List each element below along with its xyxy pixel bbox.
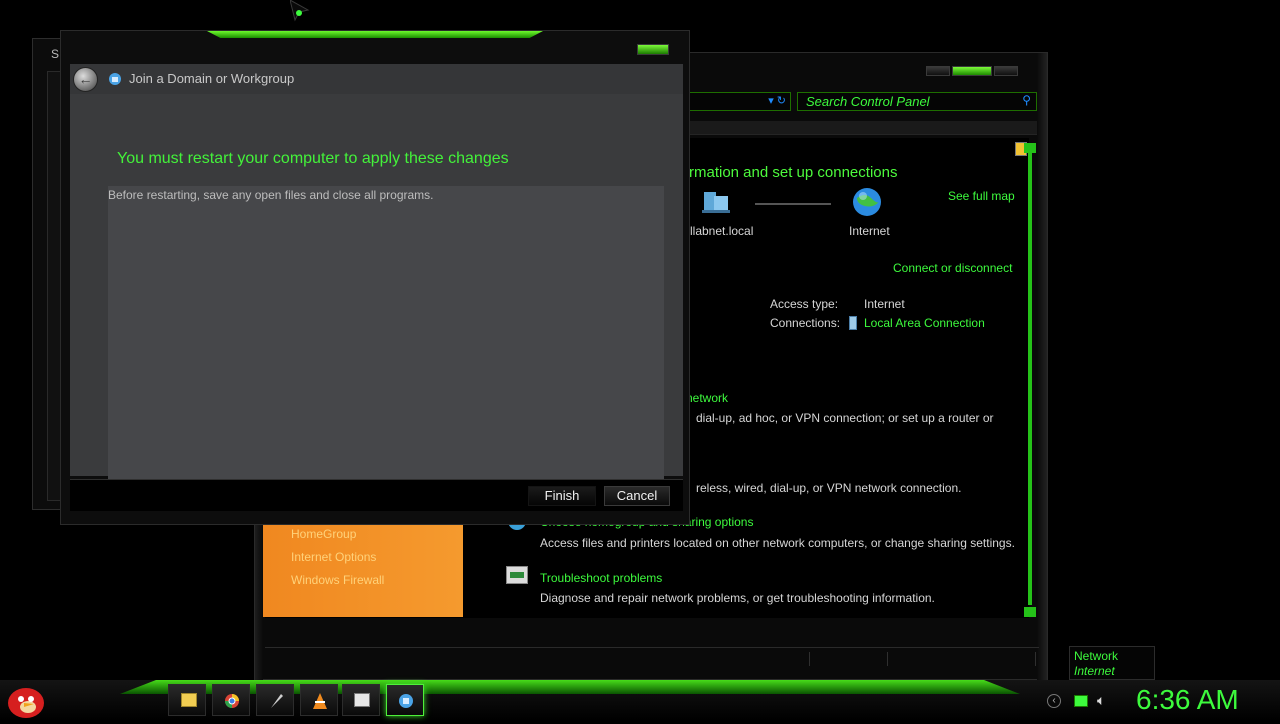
- back-button[interactable]: ←: [73, 67, 98, 92]
- see-also-windows-firewall[interactable]: Windows Firewall: [263, 569, 463, 592]
- ethernet-icon: [849, 316, 857, 330]
- cancel-button[interactable]: Cancel: [604, 486, 670, 506]
- network-join-icon: [398, 693, 414, 714]
- setup-connection-link[interactable]: network: [686, 391, 728, 405]
- scroll-down-arrow[interactable]: [1024, 607, 1036, 617]
- taskbar-join-domain[interactable]: [386, 684, 424, 716]
- taskbar-chrome[interactable]: [212, 684, 250, 716]
- setup-connection-desc: dial-up, ad hoc, or VPN connection; or s…: [696, 411, 994, 425]
- network-tray-icon[interactable]: [1074, 695, 1088, 707]
- close-button[interactable]: [994, 66, 1018, 76]
- background-window-title: S: [51, 47, 60, 61]
- window-frame-right: [1037, 53, 1047, 681]
- rocket-icon: [268, 692, 284, 715]
- scroll-thumb[interactable]: [1028, 153, 1032, 605]
- taskbar-vlc[interactable]: [300, 684, 338, 716]
- access-type-label: Access type:: [770, 297, 839, 311]
- start-button-icon[interactable]: [4, 683, 46, 719]
- taskbar-launcher[interactable]: [256, 684, 294, 716]
- see-also-panel: HomeGroup Internet Options Windows Firew…: [263, 523, 463, 617]
- taskbar-glow: [120, 680, 1020, 694]
- dialog-content-panel: [108, 186, 664, 486]
- globe-icon: [851, 186, 883, 218]
- vertical-scrollbar[interactable]: [1023, 143, 1037, 617]
- mouse-cursor-icon: [289, 0, 310, 22]
- minimize-button[interactable]: [926, 66, 950, 76]
- address-bar[interactable]: ▾ ↻: [687, 92, 791, 111]
- troubleshoot-desc: Diagnose and repair network problems, or…: [540, 591, 935, 605]
- folder-icon: [181, 693, 197, 707]
- taskbar-explorer[interactable]: [168, 684, 206, 716]
- volume-icon[interactable]: 🔈︎: [1097, 692, 1105, 709]
- see-also-internet-options[interactable]: Internet Options: [263, 546, 463, 569]
- scroll-up-arrow[interactable]: [1024, 143, 1036, 153]
- troubleshoot-link[interactable]: Troubleshoot problems: [540, 571, 662, 585]
- tray-overflow-icon[interactable]: ‹: [1047, 694, 1061, 708]
- taskbar-clock[interactable]: 6:36 AM: [1136, 684, 1239, 716]
- restart-notice: Before restarting, save any open files a…: [108, 188, 434, 202]
- connect-or-disconnect-link[interactable]: Connect or disconnect: [893, 261, 1012, 275]
- dialog-title-glow: [207, 31, 543, 38]
- dialog-header: ← Join a Domain or Workgroup: [70, 64, 683, 94]
- status-bar: [265, 647, 1039, 669]
- homegroup-sharing-desc: Access files and printers located on oth…: [540, 536, 1015, 550]
- finish-button[interactable]: Finish: [528, 486, 596, 506]
- see-full-map-link[interactable]: See full map: [948, 189, 1015, 203]
- map-node-domain: llabnet.local: [690, 224, 754, 238]
- paint-icon: [354, 693, 370, 707]
- tooltip-title: Network: [1074, 649, 1119, 663]
- domain-computer-icon: [700, 188, 732, 216]
- chrome-icon: [224, 693, 240, 714]
- search-input[interactable]: Search Control Panel ⚲: [797, 92, 1037, 111]
- dialog-footer: Finish Cancel: [70, 479, 683, 511]
- connect-network-desc: reless, wired, dial-up, or VPN network c…: [696, 481, 962, 495]
- vlc-icon: [312, 692, 328, 715]
- join-domain-dialog[interactable]: ← Join a Domain or Workgroup You must re…: [60, 30, 690, 525]
- taskbar-paint[interactable]: [342, 684, 380, 716]
- map-connector: [755, 203, 831, 205]
- main-instruction: You must restart your computer to apply …: [117, 150, 509, 167]
- troubleshoot-icon: [506, 566, 528, 584]
- see-also-homegroup[interactable]: HomeGroup: [263, 523, 463, 546]
- connections-label: Connections:: [770, 316, 841, 330]
- maximize-button[interactable]: [952, 66, 992, 76]
- search-icon[interactable]: ⚲: [1022, 93, 1031, 107]
- status-cell: [888, 652, 1036, 666]
- dialog-title: Join a Domain or Workgroup: [129, 71, 295, 86]
- refresh-icon[interactable]: ▾ ↻: [768, 94, 786, 107]
- local-area-connection-link[interactable]: Local Area Connection: [864, 316, 985, 330]
- search-placeholder: Search Control Panel: [806, 94, 930, 109]
- page-heading: rmation and set up connections: [689, 164, 898, 181]
- status-cell: [265, 652, 810, 666]
- dialog-body: ← Join a Domain or Workgroup You must re…: [70, 64, 683, 486]
- network-tooltip: Network Internet access: [1069, 646, 1155, 692]
- access-type-value: Internet: [864, 297, 905, 311]
- close-button[interactable]: [637, 44, 669, 55]
- network-join-icon: [108, 72, 122, 86]
- window-caption-buttons: [926, 66, 1018, 76]
- status-cell: [810, 652, 888, 666]
- map-node-internet: Internet: [849, 224, 890, 238]
